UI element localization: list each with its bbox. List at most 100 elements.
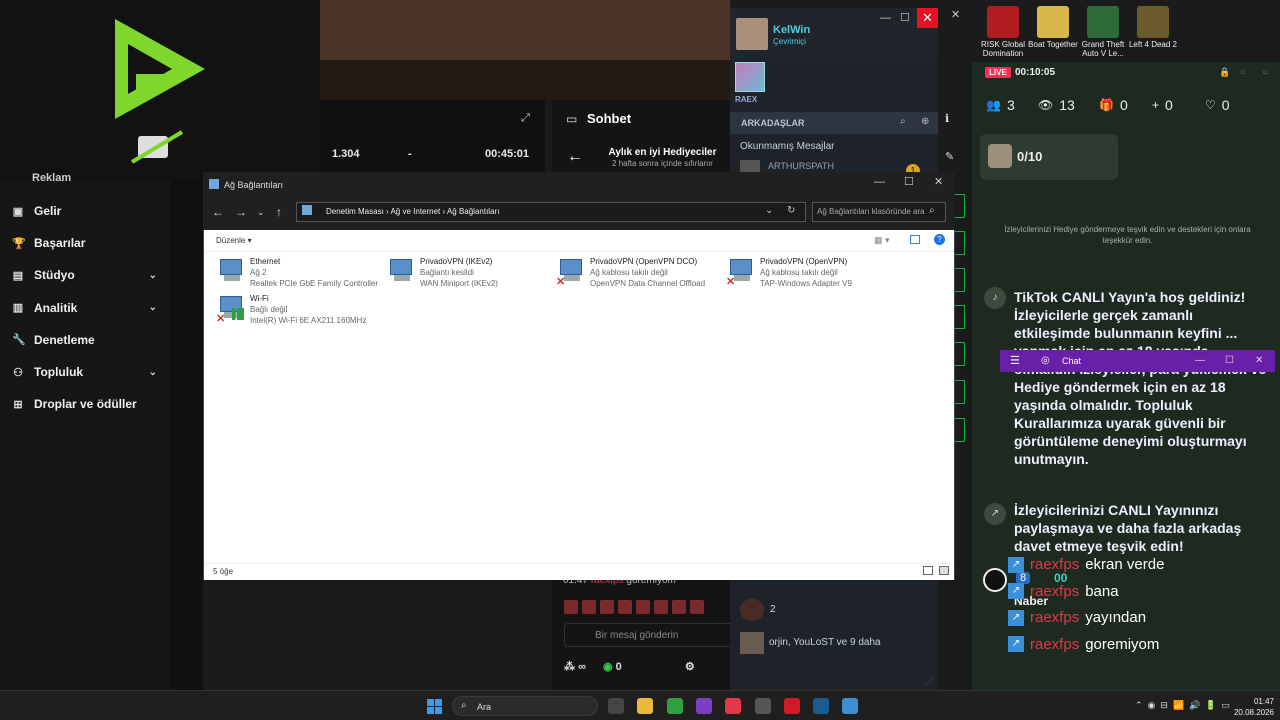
chat-title: Sohbet bbox=[587, 111, 632, 126]
chat-username[interactable]: raexfps bbox=[1030, 556, 1079, 573]
live-stat-value: 13 bbox=[1059, 97, 1075, 113]
live-stat-value: 3 bbox=[1006, 97, 1015, 113]
close-icon[interactable]: ✕ bbox=[934, 175, 943, 188]
close-icon[interactable]: ✕ bbox=[951, 8, 960, 21]
points-icon[interactable]: ⁂ bbox=[564, 661, 575, 673]
task-view-icon[interactable] bbox=[608, 698, 624, 714]
view-options-icon[interactable]: ▦ ▾ bbox=[874, 235, 890, 246]
system-tray[interactable]: ⌃ ◉ ⊟ 📶 🔊 🔋 ▭ bbox=[1135, 700, 1230, 711]
tiktok-icon[interactable] bbox=[725, 698, 742, 714]
sidebar-item-5[interactable]: ⚇ Topluluk ⌄ bbox=[12, 365, 157, 379]
record-icon[interactable] bbox=[983, 568, 1007, 592]
info-icon[interactable]: ℹ bbox=[945, 112, 949, 125]
start-button[interactable] bbox=[427, 699, 443, 715]
green-toggle[interactable] bbox=[955, 268, 965, 292]
chevron-down-icon[interactable]: ⌄ bbox=[149, 302, 157, 313]
clock[interactable]: 01:47 20.08.2026 bbox=[1228, 696, 1274, 718]
opera-icon[interactable] bbox=[783, 698, 800, 714]
pin-icon[interactable]: ↗ bbox=[1008, 609, 1024, 626]
sidebar-item-1[interactable]: 🏆 Başarılar bbox=[12, 236, 157, 250]
maximize-icon[interactable]: ☐ bbox=[900, 11, 910, 24]
breadcrumb[interactable]: Denetim Masası › Ağ ve Internet › Ağ Bağ… bbox=[326, 207, 499, 216]
refresh-icon[interactable]: ↻ bbox=[787, 205, 795, 216]
minimize-icon[interactable]: — bbox=[874, 176, 885, 188]
taskbar-search[interactable] bbox=[452, 696, 598, 716]
obs-icon[interactable] bbox=[754, 698, 771, 714]
game-shortcut-icon[interactable] bbox=[987, 6, 1019, 38]
sidebar-item-4[interactable]: 🔧 Denetleme bbox=[12, 333, 157, 347]
chrome-icon[interactable] bbox=[666, 698, 683, 714]
search-icon[interactable]: ⌕ bbox=[900, 116, 906, 127]
lock-icon[interactable]: 🔒 bbox=[1219, 67, 1230, 78]
back-arrow-icon[interactable]: ← bbox=[567, 148, 583, 166]
green-toggle[interactable] bbox=[955, 342, 965, 366]
search-icon[interactable]: ⌕ bbox=[929, 205, 935, 216]
maximize-icon[interactable]: ☐ bbox=[1225, 355, 1234, 366]
sidebar-item-3[interactable]: ▥ Analitik ⌄ bbox=[12, 301, 157, 315]
chat-username[interactable]: raexfps bbox=[1030, 636, 1079, 653]
pin-icon[interactable]: ↗ bbox=[1008, 636, 1024, 652]
tiles-view-icon[interactable] bbox=[939, 566, 949, 575]
preview-pane-icon[interactable] bbox=[910, 235, 920, 244]
window-titlebar[interactable] bbox=[203, 172, 955, 198]
friend-item[interactable]: ARTHURSPATH bbox=[768, 161, 834, 171]
avatar[interactable] bbox=[736, 18, 768, 50]
settings-circle-icon[interactable]: ○ bbox=[1262, 67, 1268, 78]
friend-group-item[interactable]: orjin, YouLoST ve 9 daha bbox=[769, 637, 881, 648]
chevron-down-icon[interactable]: ⌄ bbox=[149, 367, 157, 378]
game-thumbnail[interactable] bbox=[735, 62, 765, 92]
sidebar-item-6[interactable]: ⊞ Droplar ve ödüller bbox=[12, 397, 157, 411]
game-shortcut-icon[interactable] bbox=[1037, 6, 1069, 38]
steam-icon[interactable] bbox=[813, 698, 830, 714]
network-icon[interactable] bbox=[842, 698, 859, 714]
close-icon[interactable]: ✕ bbox=[1255, 355, 1263, 366]
settings-icon[interactable]: ⚙ bbox=[685, 661, 695, 673]
app-purple-icon[interactable] bbox=[695, 698, 712, 714]
green-toggle[interactable] bbox=[955, 305, 965, 329]
message-input[interactable]: Bir mesaj gönderin bbox=[564, 623, 734, 647]
chevron-down-icon[interactable]: ⌄ bbox=[257, 207, 265, 218]
file-explorer-icon[interactable] bbox=[637, 698, 654, 714]
game-shortcut-icon[interactable] bbox=[1087, 6, 1119, 38]
green-toggle[interactable] bbox=[955, 418, 965, 442]
edit-icon[interactable]: ✎ bbox=[945, 150, 954, 163]
sidebar-item-ads[interactable]: Reklam bbox=[32, 172, 71, 184]
close-icon[interactable]: ✕ bbox=[917, 8, 938, 28]
green-toggle[interactable] bbox=[955, 231, 965, 255]
network-connection-item[interactable]: ✕ Wi-Fi Bağlı değil Intel(R) Wi-Fi 6E AX211… bbox=[216, 294, 381, 334]
avatar bbox=[740, 632, 764, 654]
back-icon[interactable]: ← bbox=[212, 205, 224, 219]
organize-button[interactable]: Düzenle ▾ bbox=[216, 236, 252, 245]
friend-username[interactable]: KelWin bbox=[773, 24, 810, 36]
add-friend-icon[interactable]: ⊕ bbox=[921, 116, 929, 127]
chevron-down-icon[interactable]: ⌄ bbox=[149, 270, 157, 281]
pin-icon[interactable]: ↗ bbox=[1008, 556, 1024, 573]
game-shortcut-icon[interactable] bbox=[1137, 6, 1169, 38]
help-icon[interactable]: ? bbox=[934, 234, 945, 245]
network-connection-item[interactable]: PrivadoVPN (IKEv2) Bağlantı kesildi WAN Mi… bbox=[386, 257, 551, 297]
control-panel-icon bbox=[302, 205, 312, 215]
sidebar-item-0[interactable]: ▣ Gelir bbox=[12, 204, 157, 218]
minimize-icon[interactable]: — bbox=[1195, 355, 1205, 366]
emoji-row[interactable] bbox=[564, 600, 729, 614]
up-icon[interactable]: ↑ bbox=[276, 205, 282, 219]
menu-icon[interactable]: ☰ bbox=[1010, 354, 1020, 367]
sidebar-item-2[interactable]: ▤ Stüdyo ⌄ bbox=[12, 268, 157, 282]
minimize-icon[interactable]: — bbox=[880, 12, 891, 24]
wrench-icon: 🔧 bbox=[12, 334, 26, 347]
forward-icon[interactable]: → bbox=[235, 205, 247, 219]
details-view-icon[interactable] bbox=[923, 566, 933, 575]
maximize-icon[interactable]: ☐ bbox=[904, 175, 914, 188]
green-toggle[interactable] bbox=[955, 380, 965, 404]
resize-grip-icon[interactable]: ⋰ bbox=[925, 676, 934, 687]
expand-icon[interactable]: ⤢ bbox=[521, 112, 530, 125]
chat-username[interactable]: raexfps bbox=[1030, 609, 1079, 626]
network-connection-item[interactable]: ✕ PrivadoVPN (OpenVPN DCO) Ağ kablosu takı… bbox=[556, 257, 721, 297]
network-connection-item[interactable]: Ethernet Ağ 2 Realtek PCIe GbE Family Cont… bbox=[216, 257, 381, 297]
chat-username[interactable]: raexfps bbox=[1030, 583, 1079, 600]
chevron-down-icon[interactable]: ⌄ bbox=[765, 205, 773, 216]
network-connection-item[interactable]: ✕ PrivadoVPN (OpenVPN) Ağ kablosu takılı d… bbox=[726, 257, 891, 297]
wallet-icon: ▣ bbox=[12, 205, 24, 218]
green-toggle[interactable] bbox=[955, 194, 965, 218]
pin-icon[interactable]: ↗ bbox=[1008, 583, 1024, 599]
